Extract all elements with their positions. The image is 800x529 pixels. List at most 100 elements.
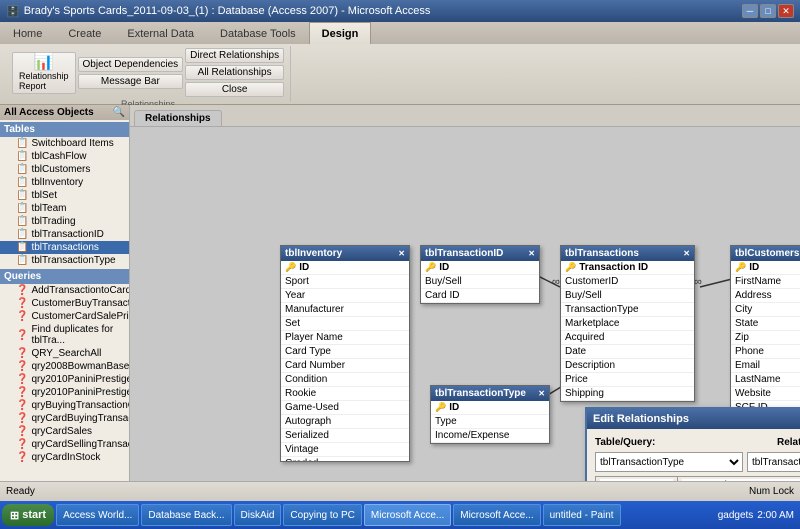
field-address[interactable]: Address xyxy=(731,289,800,303)
field-firstname[interactable]: FirstName xyxy=(731,275,800,289)
close-button-ribbon[interactable]: Close xyxy=(185,82,284,97)
item-customerbuy[interactable]: ❓CustomerBuyTransactions xyxy=(0,297,129,310)
item-cashflow[interactable]: 📋tblCashFlow xyxy=(0,150,129,163)
field-acquired[interactable]: Acquired xyxy=(561,331,694,345)
taskbar-item-3[interactable]: DiskAid xyxy=(234,504,282,526)
field2-select[interactable]: TransactionType xyxy=(682,479,800,481)
field-set[interactable]: Set xyxy=(281,317,409,331)
direct-relationships-button[interactable]: Direct Relationships xyxy=(185,48,284,63)
item-customercard[interactable]: ❓CustomerCardSalePrice xyxy=(0,310,129,323)
table-close-transactionid[interactable]: ✕ xyxy=(528,249,535,258)
table-tbltransactiontype[interactable]: tblTransactionType ✕ 🔑ID Type Income/Exp… xyxy=(430,385,550,444)
tab-database-tools[interactable]: Database Tools xyxy=(207,22,309,44)
field-description[interactable]: Description xyxy=(561,359,694,373)
field-email[interactable]: Email xyxy=(731,359,800,373)
left-panel-search-icon[interactable]: 🔍 xyxy=(113,107,125,118)
close-button[interactable]: ✕ xyxy=(778,4,794,18)
item-trading[interactable]: 📋tblTrading xyxy=(0,215,129,228)
taskbar-item-7[interactable]: untitled - Paint xyxy=(543,504,621,526)
item-qrybuying[interactable]: ❓qryBuyingTransactionCar... xyxy=(0,399,129,412)
field-transactiontype-trans[interactable]: TransactionType xyxy=(561,303,694,317)
table-close-transactions[interactable]: ✕ xyxy=(683,249,690,258)
item-switchboard[interactable]: 📋Switchboard Items xyxy=(0,137,129,150)
tab-external-data[interactable]: External Data xyxy=(114,22,207,44)
taskbar-item-1[interactable]: Access World... xyxy=(56,504,139,526)
item-qrycardstock[interactable]: ❓qryCardInStock xyxy=(0,451,129,464)
item-team[interactable]: 📋tblTeam xyxy=(0,202,129,215)
tab-design[interactable]: Design xyxy=(309,22,372,44)
message-bar-button[interactable]: Message Bar xyxy=(78,74,184,89)
field-id-customers[interactable]: 🔑ID xyxy=(731,261,800,275)
field-autograph[interactable]: Autograph xyxy=(281,415,409,429)
table-select[interactable]: tblTransactionType xyxy=(595,452,743,472)
item-qry2010panini2[interactable]: ❓qry2010PaniniPrestigeBas... xyxy=(0,386,129,399)
field-state[interactable]: State xyxy=(731,317,800,331)
start-button[interactable]: ⊞ start xyxy=(2,504,54,526)
item-qry2008[interactable]: ❓qry2008BowmanBaseSet xyxy=(0,360,129,373)
table-tblcustomers[interactable]: tblCustomers ✕ 🔑ID FirstName Address Cit… xyxy=(730,245,800,412)
item-qrycardselling[interactable]: ❓qryCardSellingTransaction... xyxy=(0,438,129,451)
taskbar-item-4[interactable]: Copying to PC xyxy=(283,504,361,526)
field-marketplace[interactable]: Marketplace xyxy=(561,317,694,331)
field-city[interactable]: City xyxy=(731,303,800,317)
field-id-transactionid[interactable]: 🔑ID xyxy=(421,261,539,275)
taskbar-item-5[interactable]: Microsoft Acce... xyxy=(364,504,451,526)
field-year[interactable]: Year xyxy=(281,289,409,303)
field1-select[interactable]: ID xyxy=(600,479,673,481)
minimize-button[interactable]: ─ xyxy=(742,4,758,18)
table-tblinventory[interactable]: tblInventory ✕ 🔑ID Sport Year Manufactur… xyxy=(280,245,410,462)
item-transactions[interactable]: 📋tblTransactions xyxy=(0,241,129,254)
item-finddup[interactable]: ❓Find duplicates for tblTra... xyxy=(0,323,129,347)
item-qrycard[interactable]: ❓qryCardBuyingTransaction... xyxy=(0,412,129,425)
field-date[interactable]: Date xyxy=(561,345,694,359)
field-cardnumber[interactable]: Card Number xyxy=(281,359,409,373)
item-transactionid[interactable]: 📋tblTransactionID xyxy=(0,228,129,241)
item-addtransaction[interactable]: ❓AddTransactiontoCard xyxy=(0,284,129,297)
field-rookie[interactable]: Rookie xyxy=(281,387,409,401)
item-customers[interactable]: 📋tblCustomers xyxy=(0,163,129,176)
relationships-tab[interactable]: Relationships xyxy=(134,110,222,126)
field-transactionid-trans[interactable]: 🔑Transaction ID xyxy=(561,261,694,275)
all-relationships-button[interactable]: All Relationships xyxy=(185,65,284,80)
field-condition[interactable]: Condition xyxy=(281,373,409,387)
field-shipping[interactable]: Shipping xyxy=(561,387,694,401)
table-header-transactionid[interactable]: tblTransactionID ✕ xyxy=(421,246,539,261)
table-close-transactiontype[interactable]: ✕ xyxy=(538,389,545,398)
field-manufacturer[interactable]: Manufacturer xyxy=(281,303,409,317)
field-id-inventory[interactable]: 🔑ID xyxy=(281,261,409,275)
field-vintage[interactable]: Vintage xyxy=(281,443,409,457)
field-zip[interactable]: Zip xyxy=(731,331,800,345)
field-customerid[interactable]: CustomerID xyxy=(561,275,694,289)
field-incomeexpense[interactable]: Income/Expense xyxy=(431,429,549,443)
field-gameused[interactable]: Game-Used xyxy=(281,401,409,415)
tab-create[interactable]: Create xyxy=(55,22,114,44)
field-website[interactable]: Website xyxy=(731,387,800,401)
field-id-transactiontype[interactable]: 🔑ID xyxy=(431,401,549,415)
field-lastname[interactable]: LastName xyxy=(731,373,800,387)
item-transactiontype[interactable]: 📋tblTransactionType xyxy=(0,254,129,267)
field-serialized[interactable]: Serialized xyxy=(281,429,409,443)
field-type[interactable]: Type xyxy=(431,415,549,429)
item-qrycardsales[interactable]: ❓qryCardSales xyxy=(0,425,129,438)
field-graded[interactable]: Graded xyxy=(281,457,409,461)
field-buysell-trans[interactable]: Buy/Sell xyxy=(561,289,694,303)
relationship-report-button[interactable]: 📊 RelationshipReport xyxy=(12,52,76,94)
related-table-select[interactable]: tblTransactions xyxy=(747,452,800,472)
field-phone[interactable]: Phone xyxy=(731,345,800,359)
tab-home[interactable]: Home xyxy=(0,22,55,44)
table-tbltransactions[interactable]: tblTransactions ✕ 🔑Transaction ID Custom… xyxy=(560,245,695,402)
maximize-button[interactable]: □ xyxy=(760,4,776,18)
table-tbltransactionid[interactable]: tblTransactionID ✕ 🔑ID Buy/Sell Card ID xyxy=(420,245,540,304)
table-close-inventory[interactable]: ✕ xyxy=(398,249,405,258)
table-header-transactiontype[interactable]: tblTransactionType ✕ xyxy=(431,386,549,401)
object-dependencies-button[interactable]: Object Dependencies xyxy=(78,57,184,72)
field-cardid[interactable]: Card ID xyxy=(421,289,539,303)
taskbar-item-2[interactable]: Database Back... xyxy=(141,504,231,526)
item-set[interactable]: 📋tblSet xyxy=(0,189,129,202)
item-inventory[interactable]: 📋tblInventory xyxy=(0,176,129,189)
table-header-transactions[interactable]: tblTransactions ✕ xyxy=(561,246,694,261)
item-qry2010panini[interactable]: ❓qry2010PaniniPrestige xyxy=(0,373,129,386)
table-header-inventory[interactable]: tblInventory ✕ xyxy=(281,246,409,261)
field-sport[interactable]: Sport xyxy=(281,275,409,289)
item-qrysearch[interactable]: ❓QRY_SearchAll xyxy=(0,347,129,360)
